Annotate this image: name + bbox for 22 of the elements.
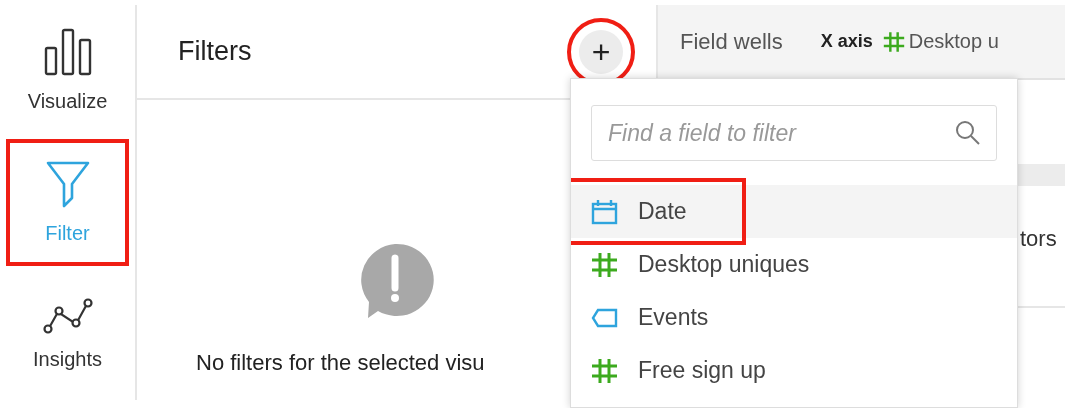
hash-icon — [882, 30, 905, 53]
funnel-icon — [45, 160, 90, 208]
bar-chart-icon — [43, 28, 92, 77]
field-menu-item[interactable]: Date — [571, 185, 1017, 238]
field-menu-item[interactable]: Desktop uniques — [571, 238, 1017, 291]
field-wells-title: Field wells — [680, 28, 783, 55]
line-chart-icon — [42, 297, 93, 334]
sidebar-item[interactable]: Insights — [10, 274, 125, 394]
hash-icon — [591, 357, 618, 384]
field-menu-item[interactable]: Free sign up — [571, 344, 1017, 397]
x-axis-field[interactable]: Desktop u — [882, 30, 999, 53]
search-icon — [955, 120, 981, 146]
sidebar-item[interactable]: Visualize — [10, 11, 125, 131]
panel-title: Filters — [178, 36, 252, 67]
hash-icon — [591, 251, 618, 278]
calendar-icon — [591, 198, 618, 225]
search-field[interactable]: Find a field to filter — [591, 105, 997, 161]
x-axis-label: X axis — [820, 31, 873, 52]
empty-state-message: No filters for the selected visu — [196, 350, 485, 376]
partial-label: tors — [1019, 226, 1058, 252]
tag-icon — [591, 307, 618, 328]
field-menu-item[interactable]: Events — [571, 291, 1017, 344]
